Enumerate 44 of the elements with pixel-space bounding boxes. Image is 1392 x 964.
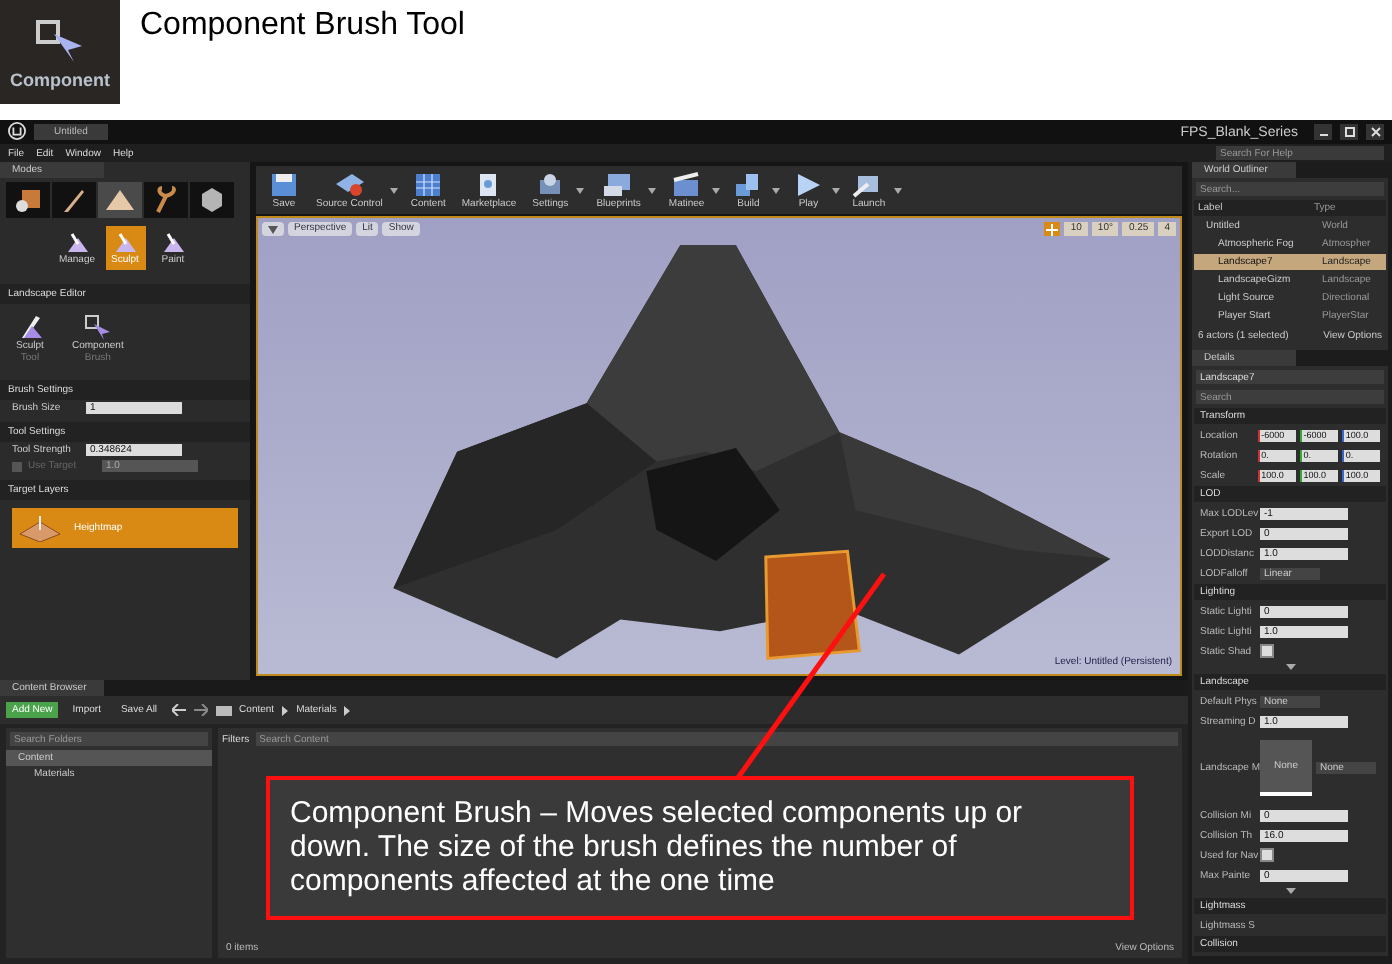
move-icon[interactable] — [1044, 222, 1061, 236]
brush-icon — [65, 231, 89, 253]
cursor-icon — [83, 314, 112, 340]
mode-tab[interactable] — [6, 182, 50, 218]
component-tool-icon: Component — [0, 0, 120, 104]
brush-icon — [113, 231, 137, 253]
grid-icon — [412, 171, 445, 197]
folder-icon — [215, 704, 232, 716]
mode-tab[interactable] — [144, 182, 188, 218]
play-icon — [792, 171, 825, 197]
mountain-icon — [104, 186, 136, 214]
dropdown-arrow-icon[interactable] — [574, 187, 587, 193]
engine-logo-icon — [8, 121, 26, 143]
brush-icon — [161, 231, 185, 253]
dropdown-arrow-icon[interactable] — [891, 187, 904, 193]
dropdown-arrow-icon[interactable] — [770, 187, 783, 193]
checkbox[interactable] — [12, 461, 22, 471]
dropdown-arrow-icon[interactable] — [710, 187, 723, 193]
terrain-icon — [18, 514, 62, 542]
checkbox[interactable] — [1260, 848, 1274, 862]
checkbox[interactable] — [1260, 644, 1274, 658]
dropdown-arrow-icon[interactable] — [388, 187, 401, 193]
dropdown-arrow-icon[interactable] — [830, 187, 843, 193]
mode-tab[interactable] — [52, 182, 96, 218]
brush-icon — [16, 314, 44, 340]
caret-icon[interactable] — [344, 705, 351, 715]
close-icon — [1369, 126, 1381, 138]
hexagon-icon — [196, 186, 228, 214]
forward-arrow-icon[interactable] — [193, 704, 208, 716]
viewport-options-button[interactable] — [262, 222, 284, 236]
cube-icon — [12, 186, 44, 214]
brush-icon — [58, 186, 90, 214]
window-icon — [602, 171, 635, 197]
minimize-button[interactable] — [1314, 124, 1332, 140]
callout-box: Component Brush – Moves selected components up or down. The size of the brush defines the number of components affected at the one time — [266, 776, 1134, 920]
page-title: Component Brush Tool — [140, 8, 465, 44]
caret-icon[interactable] — [282, 705, 289, 715]
maximize-button[interactable] — [1340, 124, 1358, 140]
back-arrow-icon[interactable] — [171, 704, 186, 716]
mode-tab[interactable] — [190, 182, 234, 218]
dropdown-arrow-icon[interactable] — [646, 187, 659, 193]
close-button[interactable] — [1366, 124, 1384, 140]
clapperboard-icon — [670, 171, 703, 197]
maximize-icon — [1343, 126, 1355, 138]
